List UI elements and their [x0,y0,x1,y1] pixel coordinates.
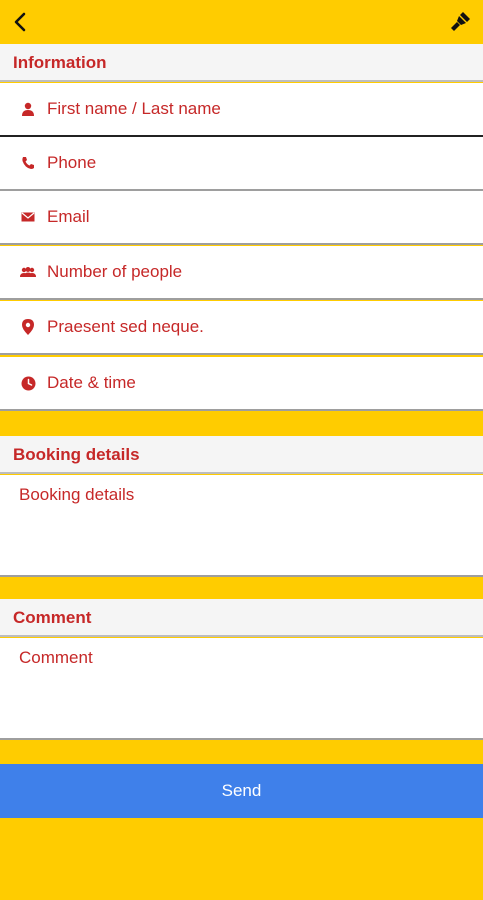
email-placeholder: Email [47,207,90,226]
email-field[interactable]: Email [0,191,483,245]
booking-details-header: Booking details [0,436,483,474]
comment-textarea[interactable]: Comment [0,638,483,740]
group-icon [19,263,37,281]
name-field[interactable]: First name / Last name [0,83,483,137]
brush-icon [451,12,470,31]
people-placeholder: Number of people [47,262,183,281]
booking-details-placeholder: Booking details [19,485,135,504]
information-header: Information [0,44,483,82]
phone-placeholder: Phone [47,153,97,172]
top-app-bar [0,0,483,44]
location-field[interactable]: Praesent sed neque. [0,301,483,355]
comment-placeholder: Comment [19,648,93,667]
location-placeholder: Praesent sed neque. [47,317,204,336]
name-placeholder: First name / Last name [47,99,221,118]
back-button[interactable] [6,8,34,36]
datetime-placeholder: Date & time [47,373,136,392]
style-button[interactable] [447,7,475,35]
clock-icon [19,374,37,392]
map-pin-icon [19,318,37,336]
datetime-field[interactable]: Date & time [0,357,483,411]
chevron-left-icon [14,12,26,32]
person-icon [19,100,37,118]
comment-header: Comment [0,599,483,637]
phone-field[interactable]: Phone [0,137,483,191]
envelope-icon [19,208,37,226]
people-field[interactable]: Number of people [0,246,483,300]
booking-details-textarea[interactable]: Booking details [0,475,483,577]
send-button[interactable]: Send [0,764,483,818]
phone-icon [19,154,37,172]
